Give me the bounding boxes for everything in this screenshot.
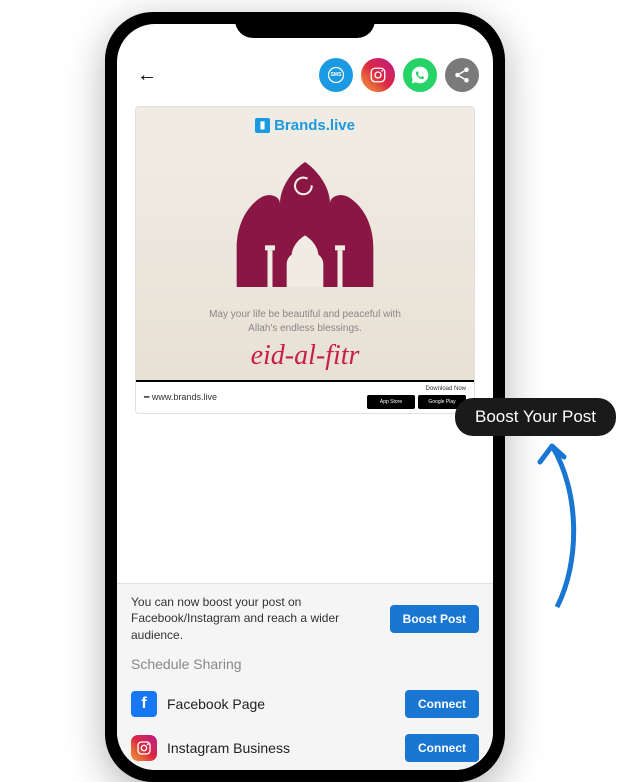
boost-row: You can now boost your post on Facebook/… bbox=[131, 594, 479, 644]
facebook-page-row: f Facebook Page Connect bbox=[131, 682, 479, 726]
store-badges: Download Now App Store Google Play bbox=[367, 386, 466, 409]
post-card: ▮ Brands.live bbox=[135, 106, 475, 414]
card-body: May your life be beautiful and peaceful … bbox=[136, 138, 474, 380]
schedule-heading: Schedule Sharing bbox=[131, 656, 479, 672]
phone-screen: ← SMS ▮ Brands.live bbox=[117, 24, 493, 770]
svg-text:SMS: SMS bbox=[331, 72, 343, 78]
whatsapp-icon[interactable] bbox=[403, 58, 437, 92]
blessing-line-2: Allah's endless blessings. bbox=[146, 322, 464, 336]
brand-name: Brands.live bbox=[274, 117, 355, 134]
bottom-section: You can now boost your post on Facebook/… bbox=[117, 583, 493, 770]
card-footer: ━ www.brands.live Download Now App Store… bbox=[136, 380, 474, 413]
share-icons-row: SMS bbox=[319, 58, 479, 92]
app-store-badge[interactable]: App Store bbox=[367, 395, 415, 409]
eid-title: eid-al-fitr bbox=[146, 340, 464, 372]
instagram-connect-button[interactable]: Connect bbox=[405, 734, 479, 762]
instagram-business-icon bbox=[131, 735, 157, 761]
phone-frame: ← SMS ▮ Brands.live bbox=[105, 12, 505, 782]
sms-icon[interactable]: SMS bbox=[319, 58, 353, 92]
back-button[interactable]: ← bbox=[131, 61, 163, 90]
download-label: Download Now bbox=[426, 386, 466, 392]
website-label: ━ www.brands.live bbox=[144, 392, 217, 403]
mosque-icon bbox=[220, 152, 390, 302]
facebook-connect-button[interactable]: Connect bbox=[405, 690, 479, 718]
phone-notch bbox=[235, 12, 375, 38]
facebook-page-label: Facebook Page bbox=[167, 696, 265, 712]
boost-post-button[interactable]: Boost Post bbox=[390, 605, 479, 633]
instagram-business-label: Instagram Business bbox=[167, 740, 290, 756]
card-header: ▮ Brands.live bbox=[136, 107, 474, 138]
facebook-icon: f bbox=[131, 691, 157, 717]
brand-logo: ▮ Brands.live bbox=[255, 117, 355, 134]
arrow-icon bbox=[502, 432, 582, 612]
instagram-icon[interactable] bbox=[361, 58, 395, 92]
boost-description: You can now boost your post on Facebook/… bbox=[131, 594, 380, 644]
blessing-line-1: May your life be beautiful and peaceful … bbox=[146, 308, 464, 322]
boost-tooltip: Boost Your Post bbox=[455, 398, 616, 436]
blessing-text: May your life be beautiful and peaceful … bbox=[146, 308, 464, 336]
instagram-business-row: Instagram Business Connect bbox=[131, 726, 479, 770]
share-more-icon[interactable] bbox=[445, 58, 479, 92]
logo-mark-icon: ▮ bbox=[255, 118, 270, 133]
